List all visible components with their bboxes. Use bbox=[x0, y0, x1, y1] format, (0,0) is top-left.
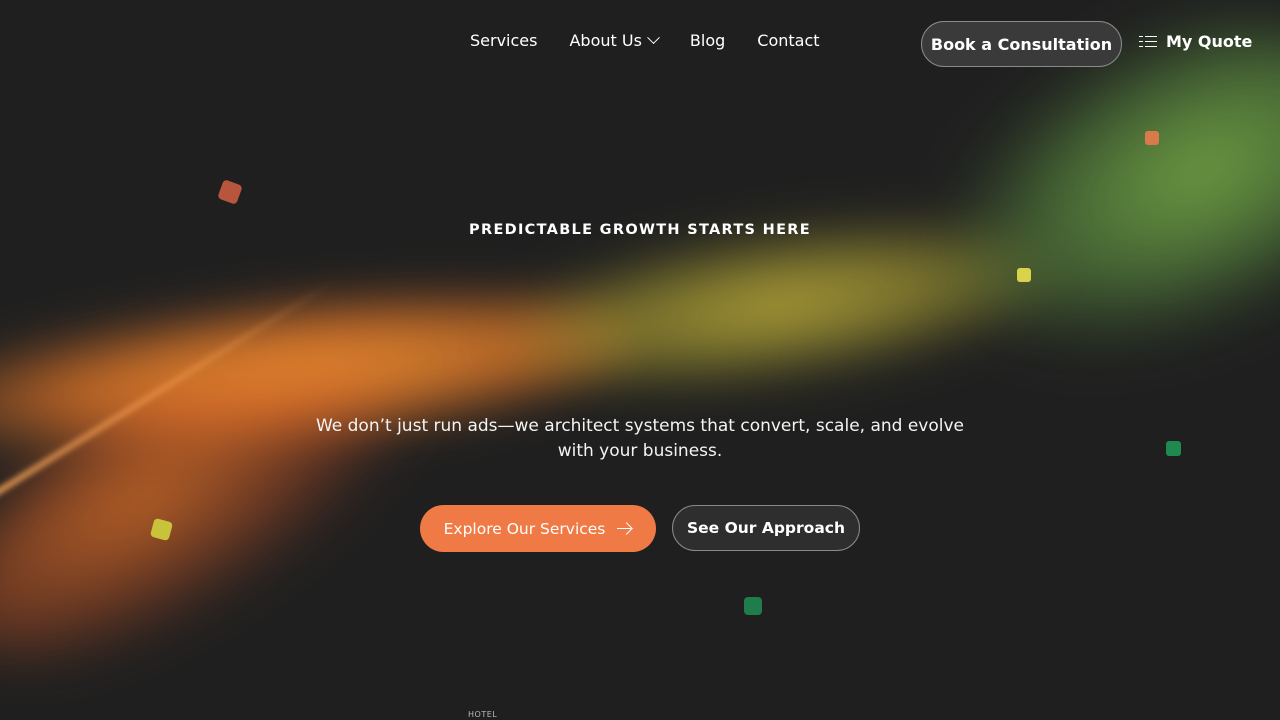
nav-link-label: About Us bbox=[569, 31, 642, 50]
nav-link-label: Contact bbox=[757, 31, 820, 50]
chevron-down-icon bbox=[647, 31, 660, 45]
floating-cube-icon bbox=[1017, 268, 1031, 282]
nav-links: Services About Us Blog Contact bbox=[470, 31, 820, 50]
floating-cube-icon bbox=[744, 597, 762, 615]
nav-link-blog[interactable]: Blog bbox=[690, 31, 725, 50]
list-icon bbox=[1139, 34, 1157, 50]
explore-services-button[interactable]: Explore Our Services bbox=[420, 505, 656, 552]
hero-eyebrow: PREDICTABLE GROWTH STARTS HERE bbox=[469, 222, 811, 238]
see-approach-button[interactable]: See Our Approach bbox=[672, 505, 860, 551]
top-navigation: Services About Us Blog Contact Book a Co… bbox=[0, 0, 1280, 86]
floating-cube-icon bbox=[217, 179, 243, 205]
floating-cube-icon bbox=[1166, 441, 1181, 456]
nav-link-contact[interactable]: Contact bbox=[757, 31, 819, 50]
hero-section: Services About Us Blog Contact Book a Co… bbox=[0, 0, 1280, 720]
hero-subtitle: We don’t just run ads—we architect syste… bbox=[315, 416, 965, 461]
book-consultation-button[interactable]: Book a Consultation bbox=[921, 21, 1122, 67]
explore-services-label: Explore Our Services bbox=[443, 519, 606, 538]
nav-link-services[interactable]: Services bbox=[470, 31, 537, 50]
my-quote-button[interactable]: My Quote bbox=[1139, 32, 1252, 51]
my-quote-label: My Quote bbox=[1166, 32, 1253, 51]
partner-logo: HOTEL bbox=[468, 710, 498, 719]
nav-link-label: Blog bbox=[689, 31, 726, 50]
nav-link-label: Services bbox=[470, 31, 538, 50]
book-consultation-label: Book a Consultation bbox=[930, 34, 1113, 54]
floating-cube-icon bbox=[1145, 131, 1159, 145]
arrow-right-icon bbox=[617, 523, 632, 535]
nav-link-about-us[interactable]: About Us bbox=[569, 31, 660, 50]
see-approach-label: See Our Approach bbox=[687, 519, 845, 537]
